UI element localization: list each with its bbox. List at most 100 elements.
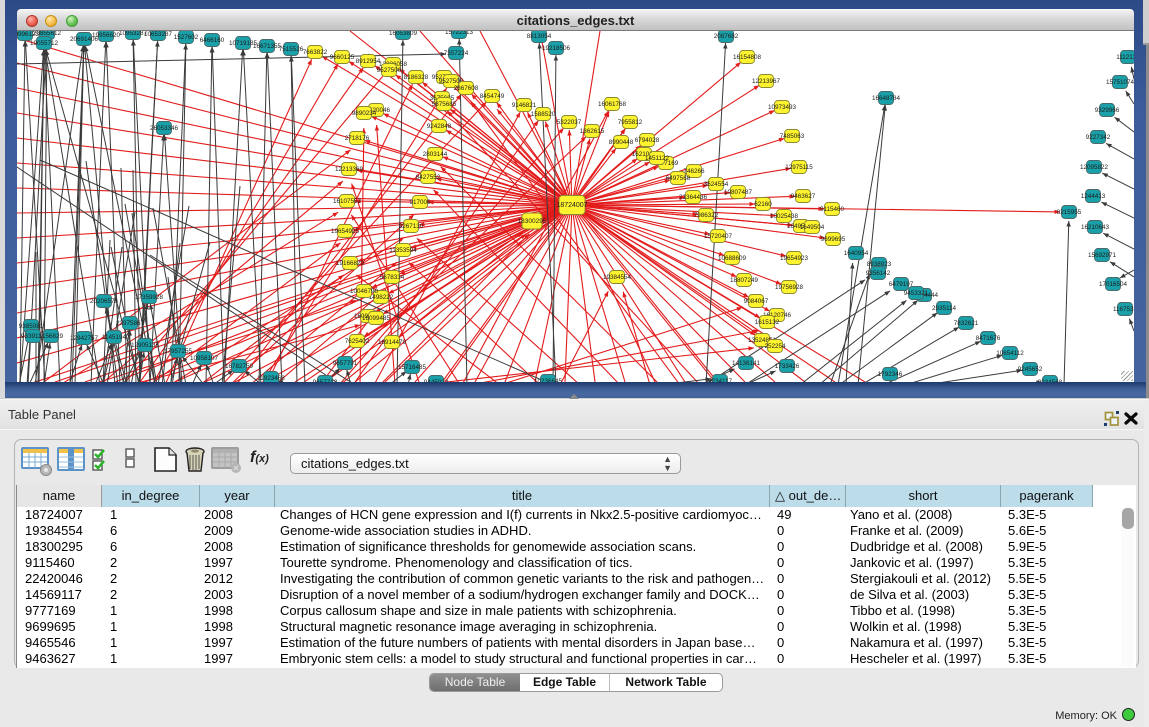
svg-text:10236645: 10236645 [534, 378, 563, 382]
svg-text:3624554: 3624554 [704, 181, 729, 188]
svg-text:16210643: 16210643 [1081, 224, 1110, 231]
svg-text:9234568: 9234568 [1038, 379, 1063, 382]
svg-text:62160: 62160 [754, 201, 772, 208]
svg-text:9660125: 9660125 [330, 54, 355, 61]
svg-text:15720407: 15720407 [704, 233, 733, 240]
svg-text:6794028: 6794028 [635, 137, 660, 144]
svg-text:18300295: 18300295 [518, 218, 547, 225]
svg-text:5322037: 5322037 [557, 119, 582, 126]
svg-text:9453321: 9453321 [904, 290, 929, 297]
svg-text:16782759: 16782759 [225, 363, 254, 370]
svg-text:9227342: 9227342 [1086, 134, 1111, 141]
svg-text:1156829: 1156829 [39, 333, 64, 340]
svg-text:7663822: 7663822 [303, 49, 328, 56]
svg-text:9657712: 9657712 [313, 379, 338, 382]
svg-text:19384554: 19384554 [603, 274, 632, 281]
svg-text:12213967: 12213967 [752, 78, 781, 85]
svg-text:12213369: 12213369 [335, 166, 364, 173]
svg-text:1362615: 1362615 [580, 128, 605, 135]
svg-text:18807249: 18807249 [730, 277, 759, 284]
svg-text:17957255: 17957255 [164, 348, 193, 355]
svg-text:5875685: 5875685 [432, 101, 457, 108]
svg-text:1649504: 1649504 [800, 224, 825, 231]
svg-text:16061768: 16061768 [598, 101, 627, 108]
svg-text:17359928: 17359928 [135, 294, 164, 301]
svg-text:19218506: 19218506 [542, 45, 571, 52]
svg-text:1588520: 1588520 [531, 111, 556, 118]
svg-text:8186328: 8186328 [404, 74, 429, 81]
svg-text:9242848: 9242848 [427, 123, 452, 130]
svg-text:12942757: 12942757 [70, 335, 99, 342]
svg-text:16107552: 16107552 [333, 198, 362, 205]
svg-text:7357224: 7357224 [444, 50, 469, 57]
svg-text:16648784: 16648784 [872, 95, 901, 102]
svg-text:10807487: 10807487 [724, 189, 753, 196]
svg-text:746266: 746266 [683, 168, 705, 175]
svg-text:7625402: 7625402 [345, 338, 370, 345]
svg-text:19956620: 19956620 [92, 32, 121, 39]
svg-text:12095822: 12095822 [1080, 164, 1109, 171]
svg-text:2935114: 2935114 [932, 305, 957, 312]
svg-text:9245652: 9245652 [1018, 366, 1043, 373]
svg-text:1615132: 1615132 [755, 319, 780, 326]
svg-text:1451122: 1451122 [645, 155, 670, 162]
svg-text:9356142: 9356142 [866, 270, 891, 277]
svg-text:1112133: 1112133 [1116, 54, 1134, 61]
svg-text:1733426: 1733426 [775, 363, 800, 370]
svg-text:7955812: 7955812 [618, 119, 643, 126]
svg-text:14136141: 14136141 [732, 360, 761, 367]
svg-text:8813054: 8813054 [527, 33, 552, 40]
svg-text:15716485: 15716485 [398, 364, 427, 371]
svg-text:16053809: 16053809 [389, 31, 418, 37]
svg-text:9329966: 9329966 [1095, 107, 1120, 114]
svg-text:8990448: 8990448 [609, 139, 634, 146]
svg-text:9527500: 9527500 [377, 67, 402, 74]
svg-text:1792346: 1792346 [878, 371, 903, 378]
svg-text:8454749: 8454749 [480, 93, 505, 100]
svg-text:19166829: 19166829 [336, 260, 365, 267]
svg-text:12975115: 12975115 [785, 164, 813, 171]
svg-text:9699695: 9699695 [821, 236, 846, 243]
svg-text:2867608: 2867608 [454, 85, 479, 92]
svg-text:17016504: 17016504 [1099, 281, 1128, 288]
svg-text:16154808: 16154808 [733, 54, 762, 61]
svg-text:5678334: 5678334 [380, 274, 405, 281]
svg-text:917006: 917006 [409, 199, 431, 206]
svg-text:19654923: 19654923 [780, 255, 809, 262]
svg-text:9146821: 9146821 [512, 102, 537, 109]
svg-text:1244413: 1244413 [1081, 193, 1106, 200]
svg-text:15722313: 15722313 [445, 31, 474, 36]
svg-text:9084067: 9084067 [744, 298, 769, 305]
svg-text:7485063: 7485063 [780, 133, 805, 140]
svg-text:8267130: 8267130 [399, 223, 424, 230]
svg-text:19654925: 19654925 [331, 228, 360, 235]
svg-text:9657791: 9657791 [333, 360, 358, 367]
svg-text:1640954: 1640954 [844, 250, 869, 257]
svg-text:2803144: 2803144 [423, 151, 448, 158]
svg-text:1145194: 1145194 [102, 334, 127, 341]
svg-text:9463627: 9463627 [791, 193, 816, 200]
svg-text:7986322: 7986322 [694, 212, 719, 219]
svg-text:23975867: 23975867 [116, 320, 145, 327]
svg-text:10025438: 10025438 [770, 213, 799, 220]
svg-text:6497568: 6497568 [666, 175, 691, 182]
svg-text:16099485: 16099485 [362, 315, 391, 322]
svg-text:252254: 252254 [764, 343, 786, 350]
svg-text:7832621: 7832621 [954, 320, 979, 327]
svg-text:19756928: 19756928 [775, 284, 804, 291]
svg-text:8471676: 8471676 [976, 335, 1001, 342]
svg-text:12905135: 12905135 [131, 342, 160, 349]
svg-text:8427552: 8427552 [416, 174, 441, 181]
svg-text:16671355: 16671355 [253, 43, 282, 50]
svg-text:10654112: 10654112 [996, 350, 1024, 357]
svg-text:10688609: 10688609 [718, 255, 747, 262]
svg-text:2087682: 2087682 [714, 33, 739, 40]
svg-text:10973493: 10973493 [768, 104, 797, 111]
svg-text:7515526: 7515526 [279, 46, 304, 53]
svg-text:10046790: 10046790 [350, 288, 379, 295]
svg-text:1498222: 1498222 [369, 294, 394, 301]
svg-text:9115460: 9115460 [820, 206, 845, 213]
svg-text:10653287: 10653287 [144, 31, 173, 38]
svg-text:9890234: 9890234 [352, 110, 377, 117]
svg-text:21364436: 21364436 [679, 194, 708, 201]
